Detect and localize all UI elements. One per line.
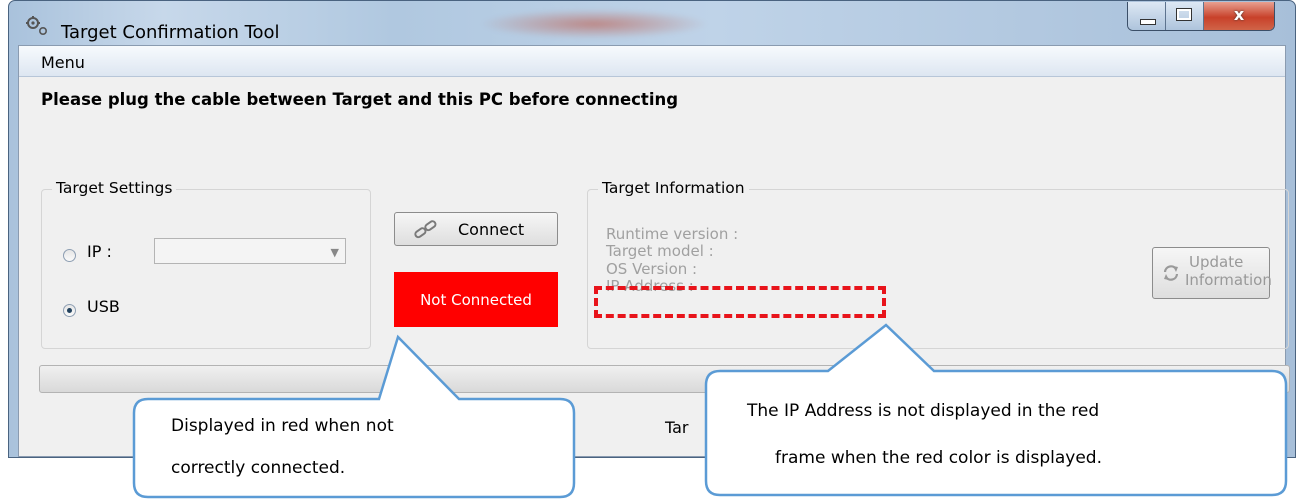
- usb-radio-label: USB: [87, 297, 120, 316]
- minimize-button[interactable]: [1128, 2, 1166, 30]
- maximize-button[interactable]: [1166, 2, 1204, 30]
- link-icon: [414, 220, 437, 239]
- title-background-blur: [479, 9, 709, 39]
- connection-status-badge: Not Connected: [394, 272, 558, 327]
- usb-radio[interactable]: [63, 304, 76, 317]
- progress-bar: [39, 365, 1290, 393]
- menu-item-menu[interactable]: Menu: [39, 53, 87, 72]
- menu-bar: Menu: [19, 46, 1285, 77]
- maximize-icon: [1176, 8, 1192, 21]
- close-icon: x: [1233, 5, 1245, 24]
- connect-button[interactable]: Connect: [394, 212, 558, 246]
- connect-label: Connect: [458, 220, 525, 239]
- ip-address-red-frame: [594, 286, 886, 318]
- target-information-title: Target Information: [598, 179, 749, 197]
- left-callout-line2: correctly connected.: [171, 458, 346, 478]
- ip-radio-label: IP :: [87, 242, 112, 261]
- title-bar[interactable]: Target Confirmation Tool x: [9, 1, 1295, 45]
- right-callout-line2: frame when the red color is displayed.: [775, 448, 1102, 468]
- bottom-status-text: Tar: [665, 418, 689, 437]
- update-information-button[interactable]: Update Information: [1152, 247, 1272, 299]
- target-model-label: Target model :: [606, 242, 714, 260]
- ip-address-combo[interactable]: ▼: [154, 238, 346, 264]
- close-button[interactable]: x: [1204, 2, 1274, 30]
- ip-radio[interactable]: [63, 249, 76, 262]
- update-label-line1: Update: [1189, 253, 1244, 271]
- target-information-group: Target Information Runtime version : Tar…: [587, 179, 1289, 349]
- update-label-line2: Information: [1185, 271, 1272, 289]
- target-settings-title: Target Settings: [52, 179, 177, 197]
- minimize-icon: [1140, 19, 1156, 25]
- instruction-text: Please plug the cable between Target and…: [41, 90, 679, 109]
- target-settings-group: Target Settings IP : ▼ USB: [41, 179, 371, 349]
- chevron-down-icon[interactable]: ▼: [331, 246, 339, 259]
- window-controls: x: [1127, 2, 1275, 31]
- os-version-label: OS Version :: [606, 260, 698, 278]
- connection-status-text: Not Connected: [420, 290, 532, 309]
- app-window: Target Confirmation Tool x Menu Please p…: [8, 0, 1296, 458]
- left-callout-line1: Displayed in red when not: [171, 416, 394, 436]
- refresh-icon: [1163, 265, 1179, 281]
- right-callout-line1: The IP Address is not displayed in the r…: [747, 401, 1100, 421]
- runtime-version-label: Runtime version :: [606, 225, 739, 243]
- window-title: Target Confirmation Tool: [61, 22, 280, 43]
- gear-icon: [26, 16, 48, 36]
